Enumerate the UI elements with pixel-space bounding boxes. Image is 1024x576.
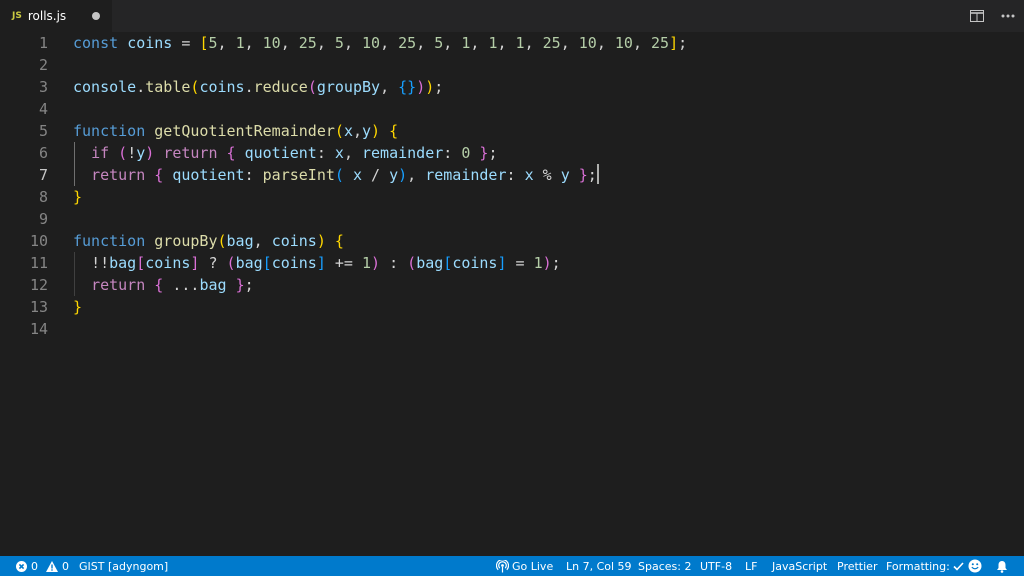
line-number: 8	[38, 188, 48, 206]
code-line[interactable]: if (!y) return { quotient: x, remainder:…	[73, 142, 497, 164]
code-line-active[interactable]: return { quotient: parseInt( x / y), rem…	[73, 164, 599, 186]
tab-bar: JS rolls.js	[0, 0, 1024, 32]
warning-icon	[46, 560, 58, 572]
text-cursor	[596, 164, 599, 184]
smiley-icon[interactable]	[968, 556, 982, 576]
warning-count: 0	[62, 559, 69, 573]
encoding-setting[interactable]: UTF-8	[700, 556, 732, 576]
line-number: 3	[38, 78, 48, 96]
indentation-setting[interactable]: Spaces: 2	[638, 556, 691, 576]
line-number: 9	[38, 210, 48, 228]
prettier-status[interactable]: Prettier	[837, 556, 877, 576]
formatting-label: Formatting:	[886, 559, 950, 573]
code-line[interactable]: function getQuotientRemainder(x,y) {	[73, 120, 398, 142]
formatting-status[interactable]: Formatting:	[886, 556, 964, 576]
line-number: 13	[29, 298, 48, 316]
line-number: 11	[29, 254, 48, 272]
code-line[interactable]: console.table(coins.reduce(groupBy, {}))…	[73, 76, 443, 98]
error-icon	[16, 560, 27, 572]
javascript-file-icon: JS	[12, 11, 22, 21]
go-live-button[interactable]: Go Live	[496, 556, 553, 576]
line-number: 6	[38, 144, 48, 162]
go-live-label: Go Live	[512, 559, 554, 573]
more-actions-icon[interactable]	[1000, 8, 1016, 24]
line-number: 12	[29, 276, 48, 294]
line-number-active: 7	[38, 166, 48, 184]
broadcast-icon	[496, 559, 509, 573]
check-icon	[953, 561, 964, 571]
tab-rolls-js[interactable]: JS rolls.js	[0, 0, 112, 32]
code-editor[interactable]: 1 2 3 4 5 6 7 8 9 10 11 12 13 14 const c…	[0, 32, 1024, 556]
line-number: 10	[29, 232, 48, 250]
line-number: 4	[38, 100, 48, 118]
code-line[interactable]: return { ...bag };	[73, 274, 254, 296]
unsaved-dot-icon[interactable]	[92, 12, 100, 20]
code-line[interactable]: !!bag[coins] ? (bag[coins] += 1) : (bag[…	[73, 252, 561, 274]
status-bar: 0 0 GIST [adyngom] Go Live Ln 7, Col 59 …	[0, 556, 1024, 576]
split-editor-icon[interactable]	[969, 8, 985, 24]
line-number: 14	[29, 320, 48, 338]
problems-indicator[interactable]: 0 0	[16, 556, 69, 576]
tab-filename: rolls.js	[27, 9, 67, 23]
line-number: 1	[38, 34, 48, 52]
code-line[interactable]: function groupBy(bag, coins) {	[73, 230, 344, 252]
code-line[interactable]: }	[73, 186, 82, 208]
error-count: 0	[31, 559, 38, 573]
cursor-position[interactable]: Ln 7, Col 59	[566, 556, 632, 576]
line-number: 5	[38, 122, 48, 140]
code-line[interactable]: }	[73, 296, 82, 318]
language-mode[interactable]: JavaScript	[772, 556, 827, 576]
eol-setting[interactable]: LF	[745, 556, 757, 576]
bell-icon[interactable]	[996, 556, 1008, 576]
gist-branch[interactable]: GIST [adyngom]	[79, 556, 168, 576]
code-line[interactable]: const coins = [5, 1, 10, 25, 5, 10, 25, …	[73, 32, 687, 54]
line-number: 2	[38, 56, 48, 74]
